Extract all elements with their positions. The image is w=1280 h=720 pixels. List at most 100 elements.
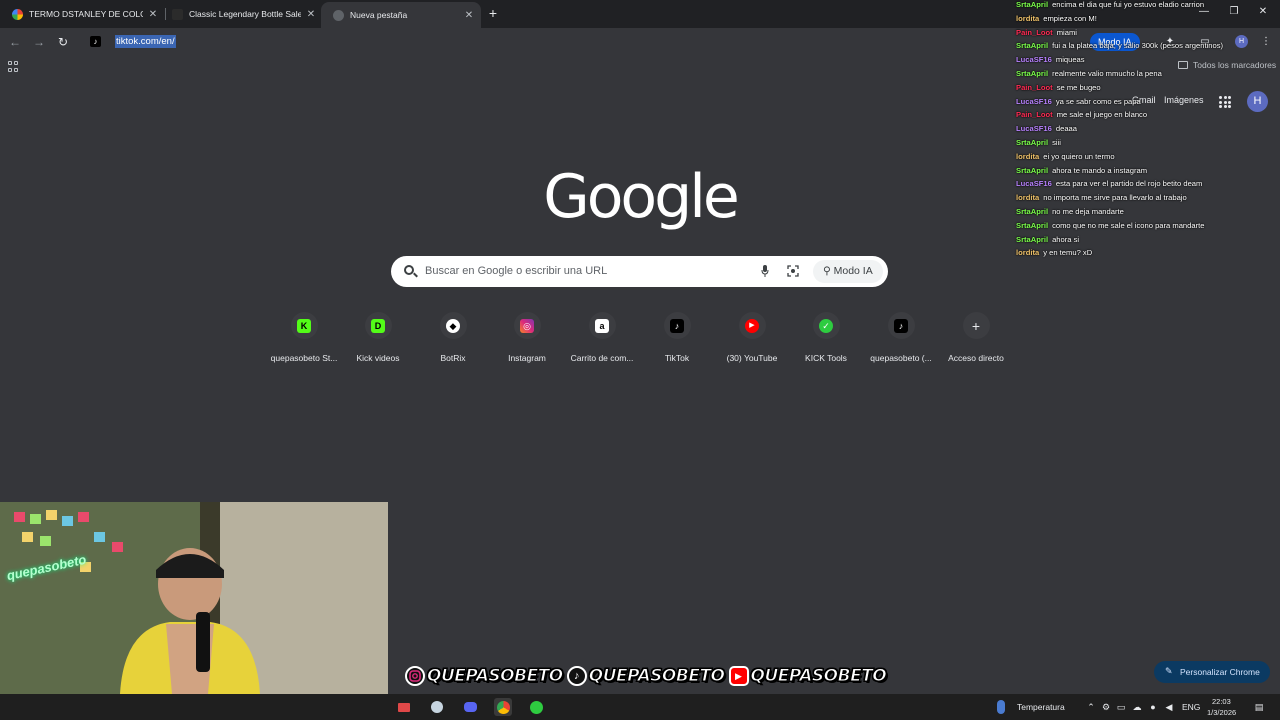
language-indicator[interactable]: ENG	[1182, 702, 1200, 712]
sticky-note	[22, 532, 33, 542]
google-logo: Google	[543, 162, 740, 232]
chat-message: SrtaApril realmente valio mmucho la pena	[1016, 69, 1280, 83]
kick-icon: K	[297, 318, 311, 333]
add-shortcut-tile[interactable]: + Acceso directo	[938, 312, 1014, 363]
chat-username: SrtaApril	[1016, 234, 1049, 244]
social-handle: QUEPASOBETO	[427, 666, 564, 687]
kick-icon: D	[371, 318, 385, 333]
chat-text: se me bugeo	[1056, 82, 1101, 92]
apps-icon[interactable]	[8, 61, 19, 72]
shortcut-tile[interactable]: ▶ (30) YouTube	[714, 312, 790, 363]
close-icon[interactable]: ✕	[147, 9, 159, 20]
chat-message: LucaSF16 ya se sabr como es papa	[1016, 97, 1280, 111]
chat-message: Pain_Loot miami	[1016, 28, 1280, 42]
shortcut-icon-circle: +	[962, 312, 990, 339]
search-box[interactable]: Buscar en Google o escribir una URL ⚲ Mo…	[391, 256, 888, 287]
chat-message: lordita ei yo quiero un termo	[1016, 152, 1280, 166]
chat-username: lordita	[1016, 13, 1040, 23]
pencil-icon: ✎	[1165, 666, 1173, 676]
sticky-note	[94, 532, 105, 542]
volume-icon[interactable]: ◀	[1164, 702, 1174, 712]
search-icon	[404, 265, 414, 275]
sticky-note	[78, 512, 89, 522]
settings-icon[interactable]: ⚙	[1101, 702, 1111, 712]
kick-tools-icon[interactable]	[527, 698, 545, 716]
chat-text: miqueas	[1055, 55, 1085, 65]
shortcut-label: quepasobeto St...	[270, 353, 338, 363]
chat-username: Pain_Loot	[1016, 110, 1053, 120]
tab-classic-legendary[interactable]: Classic Legendary Bottle Sale | ✕	[160, 2, 323, 26]
shortcut-tile[interactable]: a Carrito de com...	[564, 312, 640, 363]
microphone-icon[interactable]: ●	[1148, 702, 1158, 712]
chat-username: LucaSF16	[1016, 96, 1052, 106]
tab-termo-stanley[interactable]: TERMO DSTANLEY DE COLOR | ✕	[0, 2, 165, 26]
shortcut-tile[interactable]: ✓ KICK Tools	[788, 312, 864, 363]
address-bar-url[interactable]: tiktok.com/en/	[115, 35, 176, 48]
shortcut-tile[interactable]: K quepasobeto St...	[266, 312, 342, 363]
chat-username: LucaSF16	[1016, 179, 1052, 189]
chat-text: realmente valio mmucho la pena	[1052, 68, 1162, 78]
back-icon[interactable]: ←	[8, 35, 22, 49]
chat-message: lordita no importa me sirve para llevarlo…	[1016, 193, 1280, 207]
clock-time[interactable]: 22:03	[1212, 697, 1231, 706]
chat-username: lordita	[1016, 193, 1040, 203]
thermometer-icon[interactable]	[997, 700, 1005, 714]
shortcut-icon-circle: K	[290, 312, 318, 339]
shortcut-tile[interactable]: ◎ Instagram	[489, 312, 565, 363]
youtube-icon: ▶	[728, 666, 749, 686]
chat-message: Pain_Loot se me bugeo	[1016, 83, 1280, 97]
microphone-icon[interactable]	[761, 265, 769, 277]
customize-chrome-button[interactable]: ✎ Personalizar Chrome	[1154, 661, 1270, 683]
tiktok-icon: ♪	[566, 666, 587, 686]
shortcut-icon-circle: ✓	[812, 312, 840, 339]
steam-icon[interactable]	[428, 698, 446, 716]
shortcut-label: KICK Tools	[805, 353, 847, 363]
shortcut-icon-circle: a	[588, 312, 616, 339]
tiktok-icon: ♪	[894, 318, 908, 333]
tab-nueva-pestana[interactable]: Nueva pestaña ✕	[321, 2, 481, 28]
close-icon[interactable]: ✕	[463, 10, 475, 21]
shortcut-tile[interactable]: ♪ quepasobeto (...	[863, 312, 939, 363]
modo-ia-button[interactable]: ⚲ Modo IA	[813, 260, 883, 283]
weather-label[interactable]: Temperatura	[1017, 702, 1065, 712]
google-lens-icon[interactable]	[787, 265, 799, 277]
shortcut-label: Instagram	[508, 353, 546, 363]
chat-message: SrtaApril como que no me sale el icono pa…	[1016, 221, 1280, 235]
tiktok-icon: ♪	[90, 36, 101, 47]
plus-icon: +	[971, 317, 981, 334]
shortcut-icon-circle: ▶	[738, 312, 766, 339]
chat-username: SrtaApril	[1016, 68, 1049, 78]
chat-text: ahora si	[1052, 234, 1080, 244]
cloud-icon[interactable]: ☁	[1132, 702, 1142, 712]
chat-username: Pain_Loot	[1016, 82, 1053, 92]
forward-icon[interactable]: →	[32, 35, 46, 49]
new-tab-button[interactable]: +	[486, 6, 500, 20]
search-input[interactable]: Buscar en Google o escribir una URL	[425, 265, 607, 277]
clock-date[interactable]: 1/3/2026	[1207, 708, 1236, 717]
chat-message: SrtaApril encima el dia que fui yo estuvo…	[1016, 0, 1280, 14]
amazon-icon: a	[595, 318, 609, 333]
chevron-up-icon[interactable]: ⌃	[1086, 702, 1096, 712]
sticky-note	[40, 536, 51, 546]
shortcut-tile[interactable]: ♪ TikTok	[639, 312, 715, 363]
notifications-icon[interactable]: ▤	[1254, 702, 1264, 712]
discord-icon[interactable]	[461, 698, 479, 716]
shortcut-tile[interactable]: ◆ BotRix	[415, 312, 491, 363]
chat-message: SrtaApril fui a la platea baja, y salio 3…	[1016, 41, 1280, 55]
chrome-icon	[333, 9, 344, 21]
chat-text: ahora te mando a instagram	[1052, 165, 1148, 175]
social-banner: QUEPASOBETO ♪ QUEPASOBETO ▶ QUEPASOBETO	[405, 664, 890, 688]
shortcut-label: quepasobeto (...	[870, 353, 932, 363]
mail-app-icon[interactable]	[395, 698, 413, 716]
shortcut-tile[interactable]: D Kick videos	[340, 312, 416, 363]
chrome-icon[interactable]	[494, 698, 512, 716]
shortcut-icon-circle: ◆	[439, 312, 467, 339]
chat-username: SrtaApril	[1016, 220, 1049, 230]
close-icon[interactable]: ✕	[305, 9, 317, 20]
instagram-icon	[405, 666, 425, 686]
kick-tools-icon: ✓	[819, 318, 833, 333]
reload-icon[interactable]: ↻	[56, 35, 70, 49]
display-icon[interactable]: ▭	[1116, 702, 1126, 712]
browser-window: TERMO DSTANLEY DE COLOR | ✕ Classic Lege…	[0, 0, 1280, 720]
webcam-feed: quepasobeto	[0, 502, 388, 694]
